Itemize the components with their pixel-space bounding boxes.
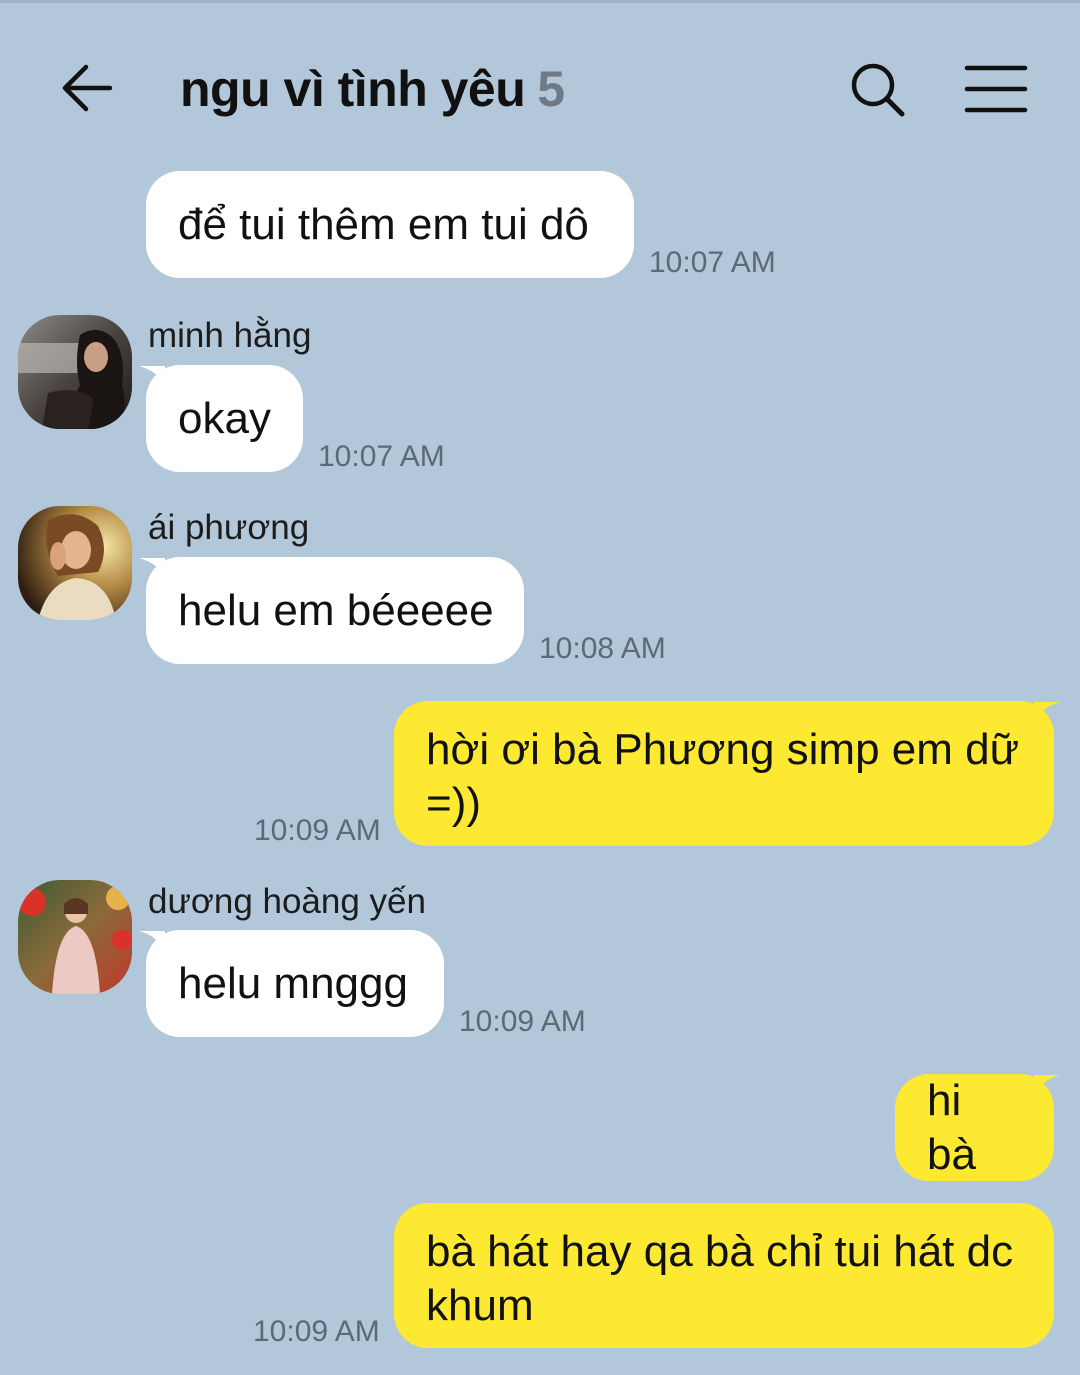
sender-name: minh hằng xyxy=(148,316,312,355)
message-bubble-incoming[interactable]: helu mnggg xyxy=(146,930,444,1037)
message-bubble-incoming[interactable]: helu em béeeee xyxy=(146,557,524,664)
chat-screen: ngu vì tình yêu 5 để tui thêm em tui dô 1… xyxy=(0,0,1080,1375)
message-bubble-outgoing[interactable]: hời ơi bà Phương simp em dữ =)) xyxy=(394,701,1054,846)
avatar-ai-phuong[interactable] xyxy=(18,506,132,620)
chat-name: ngu vì tình yêu xyxy=(180,61,526,117)
message-timestamp: 10:07 AM xyxy=(649,246,776,279)
message-timestamp: 10:07 AM xyxy=(318,440,445,473)
message-bubble-outgoing[interactable]: hi bà xyxy=(895,1074,1054,1181)
message-bubble-incoming[interactable]: okay xyxy=(146,365,303,472)
back-arrow-icon[interactable] xyxy=(60,62,116,114)
message-bubble-outgoing[interactable]: bà hát hay qa bà chỉ tui hát dc khum xyxy=(394,1203,1054,1348)
avatar-duong-hoang-yen[interactable] xyxy=(18,880,132,994)
status-divider xyxy=(0,0,1080,3)
sender-name: ái phương xyxy=(148,508,310,547)
message-timestamp: 10:08 AM xyxy=(539,632,666,665)
message-timestamp: 10:09 AM xyxy=(253,1315,380,1348)
hamburger-menu-icon[interactable] xyxy=(964,64,1028,114)
sender-name: dương hoàng yến xyxy=(148,882,426,921)
member-count: 5 xyxy=(537,61,565,117)
search-icon[interactable] xyxy=(848,60,908,120)
message-timestamp: 10:09 AM xyxy=(254,814,381,847)
message-bubble-incoming[interactable]: để tui thêm em tui dô xyxy=(146,171,634,278)
message-timestamp: 10:09 AM xyxy=(459,1005,586,1038)
avatar-minh-hang[interactable] xyxy=(18,315,132,429)
chat-title: ngu vì tình yêu 5 xyxy=(180,60,565,118)
